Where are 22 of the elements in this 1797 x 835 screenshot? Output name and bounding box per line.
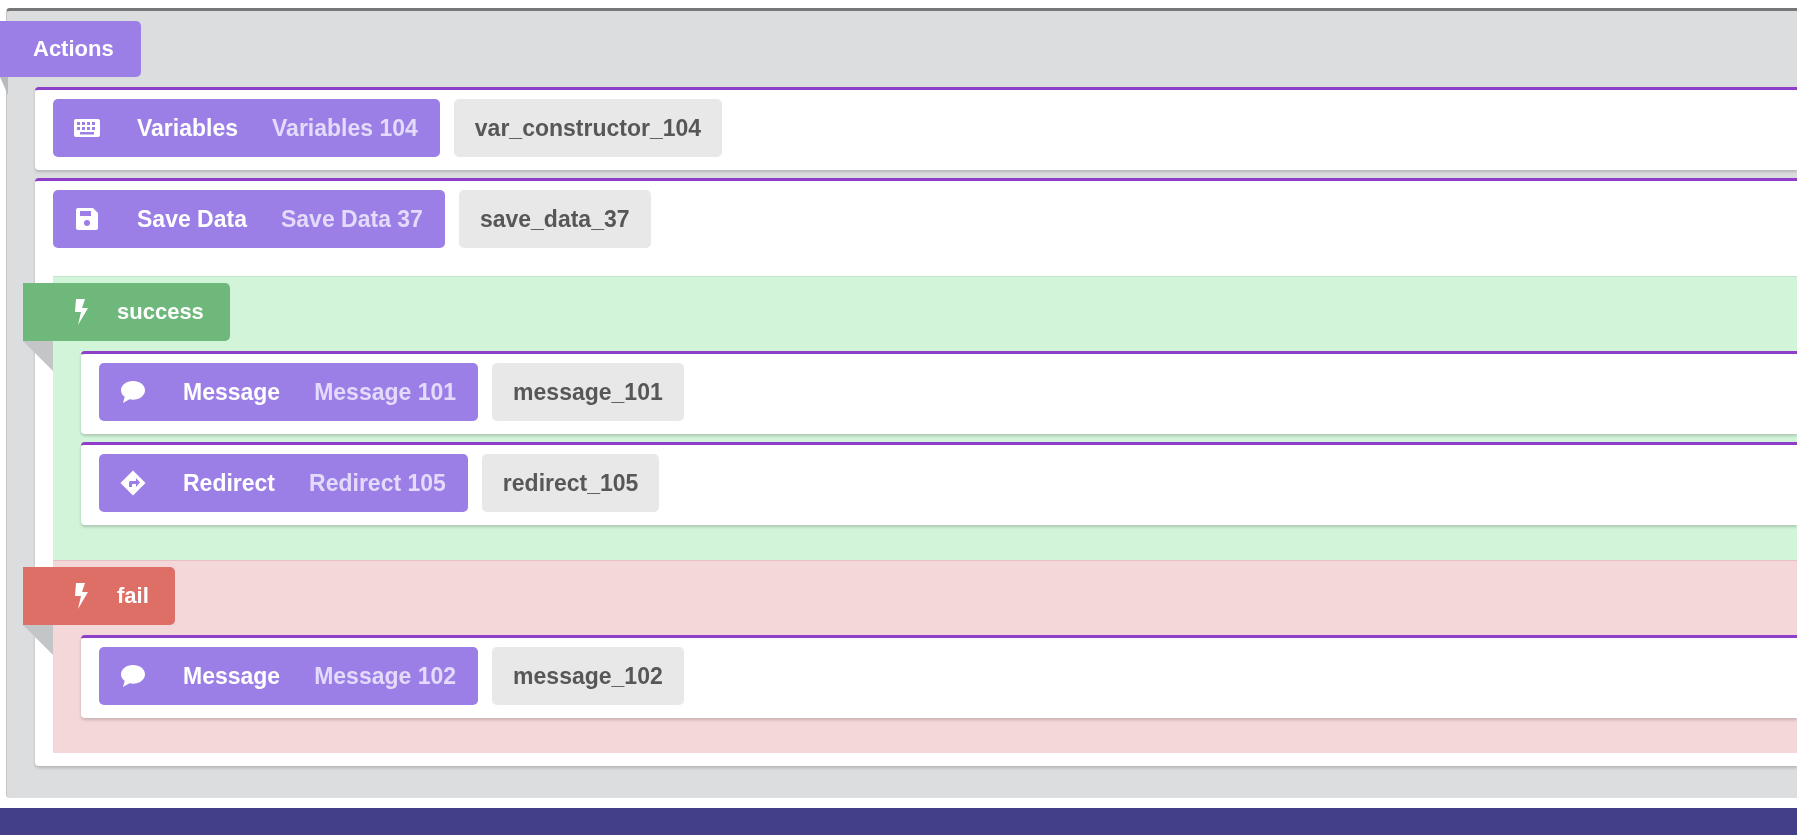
action-id: message_102 [492,647,684,705]
tag-fold [0,77,8,95]
action-id: redirect_105 [481,454,660,512]
action-button[interactable]: Variables Variables 104 [53,99,440,157]
lightning-icon [73,299,89,325]
speech-bubble-icon [120,380,146,404]
lightning-icon [73,583,89,609]
turn-sign-icon [120,470,146,496]
branch-tag: success [23,283,230,341]
action-id: var_constructor_104 [453,99,723,157]
action-button[interactable]: Message Message 101 [99,363,479,421]
action-button[interactable]: Message Message 102 [99,647,479,705]
action-id: message_101 [492,363,684,421]
section-tag: Actions [0,21,141,77]
action-id: save_data_37 [458,190,651,248]
tag-fold [23,625,53,655]
action-button[interactable]: Redirect Redirect 105 [99,454,468,512]
tag-fold [23,341,53,371]
action-button[interactable]: Save Data Save Data 37 [53,190,445,248]
keyboard-icon [74,119,100,137]
speech-bubble-icon [120,664,146,688]
branch-tag: fail [23,567,175,625]
